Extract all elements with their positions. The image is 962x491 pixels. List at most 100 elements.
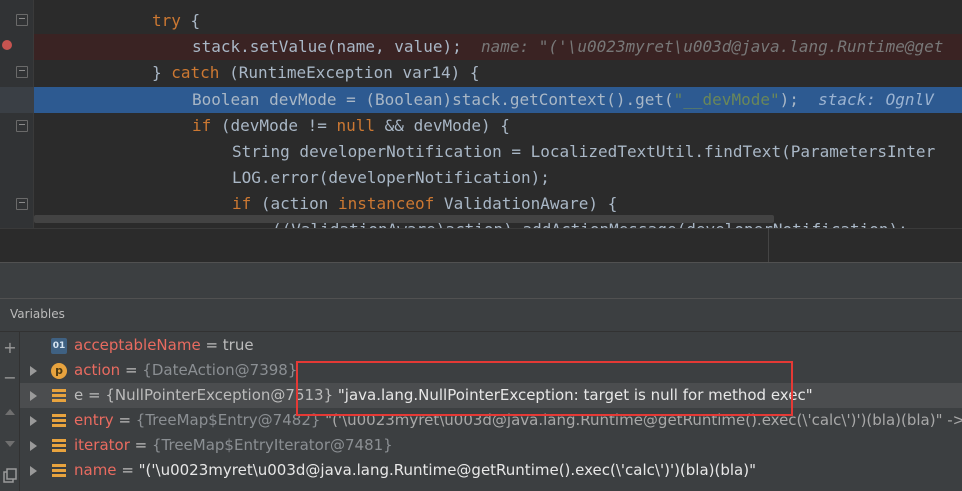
divider bbox=[768, 228, 769, 262]
fold-icon[interactable] bbox=[16, 120, 28, 132]
code-token: String developerNotification = Localized… bbox=[232, 142, 936, 161]
variable-text: entry = {TreeMap$Entry@7482} "('\u0023my… bbox=[74, 408, 962, 433]
primitive-icon: 01 bbox=[51, 338, 67, 354]
fold-icon[interactable] bbox=[16, 198, 28, 210]
variable-name: entry bbox=[74, 411, 114, 429]
variable-eq: = bbox=[120, 361, 143, 379]
keyword-token: if bbox=[192, 116, 212, 135]
variable-row[interactable]: iterator = {TreeMap$EntryIterator@7481} bbox=[20, 433, 962, 458]
expand-icon[interactable] bbox=[30, 466, 37, 476]
keyword-token: try bbox=[152, 11, 181, 30]
debugger-frames-area bbox=[0, 262, 962, 298]
expand-icon[interactable] bbox=[30, 391, 37, 401]
keyword-token: catch bbox=[171, 63, 220, 82]
horizontal-scrollbar[interactable] bbox=[34, 215, 774, 223]
variable-text: iterator = {TreeMap$EntryIterator@7481} bbox=[74, 433, 393, 458]
variable-text: name = "('\u0023myret\u003d@java.lang.Ru… bbox=[74, 458, 756, 483]
current-execution-line[interactable]: Boolean devMode = (Boolean)stack.getCont… bbox=[34, 87, 962, 113]
up-icon[interactable] bbox=[2, 404, 18, 420]
code-line[interactable]: } catch (RuntimeException var14) { bbox=[34, 60, 962, 86]
code-token: (RuntimeException var14) { bbox=[219, 63, 480, 82]
keyword-token: if bbox=[232, 194, 252, 213]
variable-eq: = bbox=[113, 411, 136, 429]
expand-icon[interactable] bbox=[30, 416, 37, 426]
code-text: if (devMode != null && devMode) { bbox=[192, 113, 510, 139]
code-text: } catch (RuntimeException var14) { bbox=[152, 60, 480, 86]
code-token: stack.setValue(name, value); bbox=[192, 37, 462, 56]
keyword-token: null bbox=[336, 116, 376, 135]
code-line[interactable]: try { bbox=[34, 8, 962, 34]
code-token: ); bbox=[779, 90, 799, 109]
editor-gutter[interactable] bbox=[0, 0, 34, 228]
code-token: (devMode != bbox=[211, 116, 337, 135]
code-line[interactable]: if (devMode != null && devMode) { bbox=[34, 113, 962, 139]
variable-row[interactable]: 01 acceptableName = true bbox=[20, 333, 962, 358]
code-text: Boolean devMode = (Boolean)stack.getCont… bbox=[192, 87, 934, 113]
fold-icon[interactable] bbox=[16, 66, 28, 78]
variable-text: acceptableName = true bbox=[74, 333, 254, 358]
fold-icon[interactable] bbox=[16, 14, 28, 26]
variable-name: name bbox=[74, 461, 117, 479]
code-text: try { bbox=[152, 8, 200, 34]
down-icon[interactable] bbox=[2, 436, 18, 452]
variables-panel-header: Variables bbox=[0, 298, 962, 332]
variable-row[interactable]: p action = {DateAction@7398} bbox=[20, 358, 962, 383]
execution-point-icon bbox=[0, 87, 34, 113]
code-line[interactable]: String developerNotification = Localized… bbox=[34, 139, 962, 165]
variable-value: "('\u0023myret\u003d@java.lang.Runtime@g… bbox=[138, 461, 756, 479]
add-icon[interactable]: + bbox=[2, 340, 18, 356]
code-token: ValidationAware) { bbox=[434, 194, 618, 213]
code-token: { bbox=[180, 11, 201, 30]
keyword-token: instanceof bbox=[337, 194, 435, 213]
variables-tree[interactable]: 01 acceptableName = true p action = {Dat… bbox=[20, 332, 962, 491]
variable-eq: = bbox=[83, 386, 106, 404]
code-line[interactable]: if (action instanceof ValidationAware) { bbox=[34, 191, 962, 217]
variable-name: e bbox=[74, 386, 84, 404]
code-line[interactable]: LOG.error(developerNotification); bbox=[34, 165, 962, 191]
remove-icon[interactable]: − bbox=[2, 370, 18, 386]
code-text: LOG.error(developerNotification); bbox=[232, 165, 550, 191]
variable-type: {DateAction@7398} bbox=[142, 361, 298, 379]
expand-icon[interactable] bbox=[30, 366, 37, 376]
variable-eq: = bbox=[200, 336, 223, 354]
variable-value: "java.lang.NullPointerException: target … bbox=[333, 386, 813, 404]
variable-value: "('\u0023myret\u003d@java.lang.Runtime@g… bbox=[320, 411, 962, 429]
code-token: && devMode) { bbox=[375, 116, 510, 135]
variable-eq: = bbox=[129, 436, 152, 454]
code-token: (action bbox=[251, 194, 338, 213]
variable-name: iterator bbox=[74, 436, 130, 454]
variable-name: acceptableName bbox=[74, 336, 201, 354]
variable-text: action = {DateAction@7398} bbox=[74, 358, 297, 383]
code-token: } bbox=[152, 63, 172, 82]
variable-eq: = bbox=[116, 461, 139, 479]
code-text: stack.setValue(name, value); name: "('\u… bbox=[192, 34, 943, 60]
variables-toolbar: + − bbox=[0, 332, 20, 491]
code-text: String developerNotification = Localized… bbox=[232, 139, 935, 165]
variable-name: action bbox=[74, 361, 121, 379]
code-editor[interactable]: try { stack.setValue(name, value); name:… bbox=[0, 0, 962, 228]
string-token: "__devMode" bbox=[673, 90, 780, 109]
variable-type: {TreeMap$EntryIterator@7481} bbox=[151, 436, 393, 454]
breakpoint-line[interactable]: stack.setValue(name, value); name: "('\u… bbox=[34, 34, 962, 60]
field-icon bbox=[51, 438, 67, 454]
variable-row[interactable]: name = "('\u0023myret\u003d@java.lang.Ru… bbox=[20, 458, 962, 483]
variable-row-selected[interactable]: e = {NullPointerException@7513} "java.la… bbox=[20, 383, 962, 408]
variable-type: {NullPointerException@7513} bbox=[105, 386, 334, 404]
breakpoint-icon[interactable] bbox=[2, 40, 12, 50]
parameter-icon: p bbox=[51, 363, 67, 379]
copy-icon[interactable] bbox=[2, 468, 18, 484]
panel-title: Variables bbox=[10, 307, 65, 321]
field-icon bbox=[51, 463, 67, 479]
inline-debug-value: stack: OgnlV bbox=[798, 90, 934, 109]
debugger-toolbar-area bbox=[0, 228, 962, 262]
variable-text: e = {NullPointerException@7513} "java.la… bbox=[74, 383, 813, 408]
variable-type: {TreeMap$Entry@7482} bbox=[135, 411, 321, 429]
code-token: LOG.error(developerNotification); bbox=[232, 168, 550, 187]
code-token: Boolean devMode = (Boolean)stack.getCont… bbox=[192, 90, 674, 109]
field-icon bbox=[51, 388, 67, 404]
variable-value: true bbox=[222, 336, 254, 354]
expand-icon[interactable] bbox=[30, 441, 37, 451]
inline-debug-value: name: "('\u0023myret\u003d@java.lang.Run… bbox=[461, 37, 944, 56]
field-icon bbox=[51, 413, 67, 429]
variable-row[interactable]: entry = {TreeMap$Entry@7482} "('\u0023my… bbox=[20, 408, 962, 433]
